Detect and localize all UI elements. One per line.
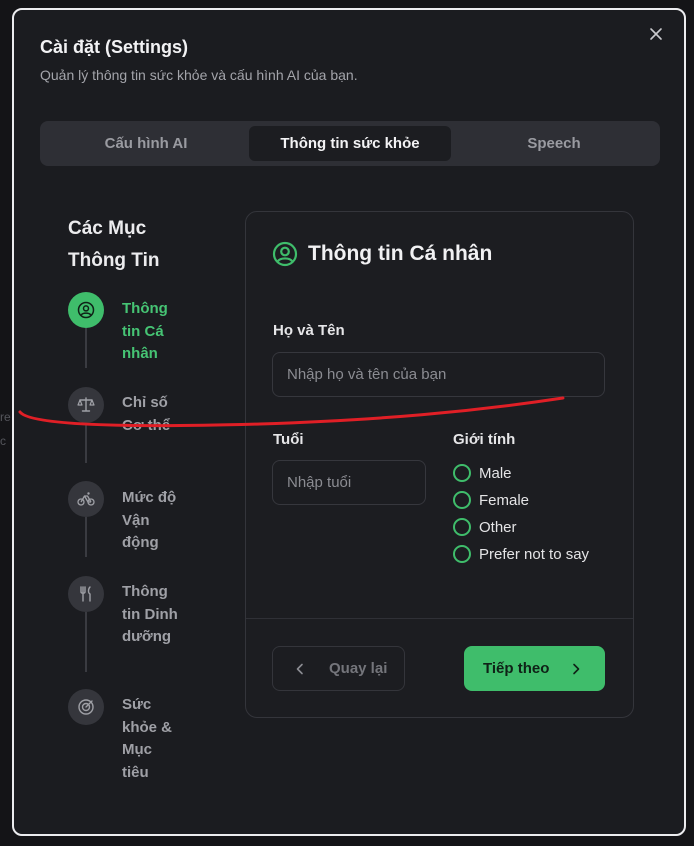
back-button-label: Quay lại [329, 660, 388, 677]
step-connector [85, 328, 87, 368]
dialog-subtitle: Quản lý thông tin sức khỏe và cấu hình A… [40, 67, 358, 83]
chevron-right-icon [573, 663, 580, 674]
next-button-label: Tiếp theo [483, 660, 550, 677]
card-title-text: Thông tin Cá nhân [308, 242, 493, 265]
gender-option-label: Male [479, 464, 512, 482]
gender-label: Giới tính [453, 431, 516, 448]
radio-button[interactable] [453, 491, 471, 509]
gender-option-label: Female [479, 491, 530, 509]
age-input[interactable] [272, 460, 426, 505]
step-connector [85, 517, 87, 557]
bicycle-icon[interactable] [68, 481, 104, 517]
tab-speech[interactable]: Speech [453, 126, 655, 161]
footer-divider [246, 618, 633, 619]
name-label: Họ và Tên [273, 322, 345, 339]
personal-info-card: Thông tin Cá nhân Họ và Tên Tuổi Giới tí… [245, 211, 634, 718]
step-connector [85, 423, 87, 463]
close-icon[interactable] [648, 26, 664, 42]
background-text-fragment: re [0, 410, 11, 424]
step-connector [85, 612, 87, 672]
background-text-fragment: c [0, 434, 6, 448]
gender-option-label: Prefer not to say [479, 545, 590, 563]
name-input[interactable] [272, 352, 605, 397]
radio-button[interactable] [453, 545, 471, 563]
gender-option-prefer-not-to-say[interactable]: Prefer not to say [453, 545, 589, 563]
radio-button[interactable] [453, 518, 471, 536]
steps-title: Các Mục Thông Tin [68, 218, 160, 271]
gender-option-male[interactable]: Male [453, 464, 512, 482]
utensils-icon[interactable] [68, 576, 104, 612]
gender-option-other[interactable]: Other [453, 518, 517, 536]
target-icon[interactable] [68, 689, 104, 725]
next-button[interactable]: Tiếp theo [464, 646, 605, 691]
gender-option-label: Other [479, 518, 517, 536]
user-circle-icon [272, 241, 298, 267]
step-label-health-goals[interactable]: Sức khỏe & Mục tiêu [122, 694, 182, 784]
step-label-activity-level[interactable]: Mức độ Vận động [122, 487, 182, 555]
dialog-title: Cài đặt (Settings) [40, 37, 189, 57]
step-label-body-metrics[interactable]: Chỉ số Cơ thể [122, 392, 182, 437]
user-circle-icon[interactable] [68, 292, 104, 328]
step-label-personal-info[interactable]: Thông tin Cá nhân [122, 298, 182, 366]
card-title: Thông tin Cá nhân [272, 241, 492, 267]
age-label: Tuổi [273, 431, 304, 448]
gender-option-female[interactable]: Female [453, 491, 529, 509]
back-button[interactable]: Quay lại [272, 646, 405, 691]
settings-dialog: Cài đặt (Settings) Quản lý thông tin sức… [12, 8, 686, 836]
tab-health-info[interactable]: Thông tin sức khỏe [249, 126, 451, 161]
tab-ai-config[interactable]: Cấu hình AI [45, 126, 247, 161]
settings-tabs: Cấu hình AI Thông tin sức khỏe Speech [40, 121, 660, 166]
scale-icon[interactable] [68, 387, 104, 423]
radio-button[interactable] [453, 464, 471, 482]
step-label-nutrition-info[interactable]: Thông tin Dinh dưỡng [122, 581, 182, 649]
chevron-left-icon [296, 663, 303, 674]
